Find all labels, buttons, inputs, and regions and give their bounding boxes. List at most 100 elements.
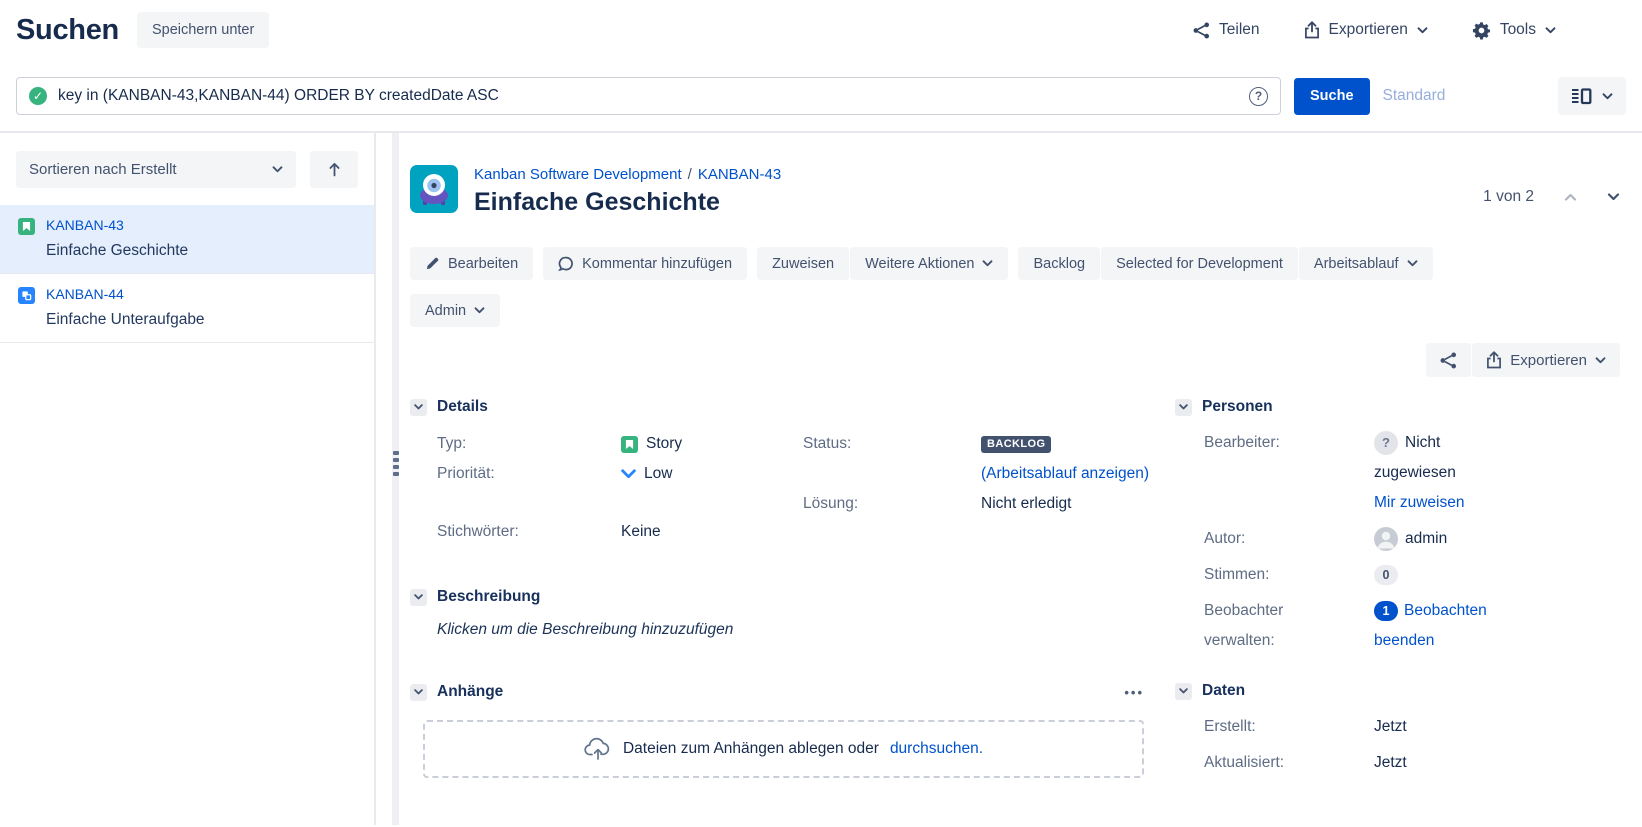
attachments-more-button[interactable]: ••• bbox=[1124, 685, 1144, 700]
updated-label: Aktualisiert: bbox=[1204, 748, 1374, 778]
unassigned-avatar-icon: ? bbox=[1374, 431, 1398, 455]
description-collapse-button[interactable] bbox=[410, 589, 427, 606]
chevron-down-icon bbox=[1417, 27, 1428, 34]
next-issue-icon[interactable] bbox=[1607, 193, 1620, 201]
pencil-icon bbox=[425, 256, 440, 271]
export-icon bbox=[1486, 351, 1502, 369]
people-collapse-button[interactable] bbox=[1175, 399, 1192, 416]
jql-input[interactable]: ✓ key in (KANBAN-43,KANBAN-44) ORDER BY … bbox=[16, 77, 1281, 115]
type-value: Story bbox=[621, 429, 682, 459]
cloud-upload-icon bbox=[584, 737, 612, 761]
issue-export-button[interactable]: Exportieren bbox=[1472, 343, 1620, 377]
query-valid-icon: ✓ bbox=[29, 87, 47, 105]
resizer-bar[interactable] bbox=[392, 133, 399, 825]
reporter-value: admin bbox=[1374, 524, 1519, 554]
breadcrumb-project-link[interactable]: Kanban Software Development bbox=[474, 166, 682, 183]
admin-menu-button[interactable]: Admin bbox=[410, 294, 500, 327]
assign-to-me-link[interactable]: Mir zuweisen bbox=[1374, 488, 1519, 518]
share-button[interactable]: Teilen bbox=[1193, 21, 1260, 39]
issue-list: KANBAN-43 Einfache Geschichte KANBAN-44 … bbox=[0, 205, 374, 343]
issue-export-label: Exportieren bbox=[1510, 352, 1587, 369]
export-label: Exportieren bbox=[1329, 21, 1408, 39]
description-placeholder[interactable]: Klicken um die Beschreibung hinzuzufügen bbox=[410, 621, 1160, 639]
dates-collapse-button[interactable] bbox=[1175, 683, 1192, 700]
results-sidebar: Sortieren nach Erstellt KANBAN-43 Einfac… bbox=[0, 133, 376, 825]
save-as-button[interactable]: Speichern unter bbox=[137, 12, 269, 48]
page-title: Suchen bbox=[16, 14, 119, 47]
details-collapse-button[interactable] bbox=[410, 399, 427, 416]
share-label: Teilen bbox=[1219, 21, 1260, 39]
votes-value: 0 bbox=[1374, 560, 1519, 590]
breadcrumb-issue-link[interactable]: KANBAN-43 bbox=[698, 166, 781, 183]
issue-header-text: Kanban Software Development/KANBAN-43 Ei… bbox=[474, 165, 781, 217]
more-actions-button[interactable]: Weitere Aktionen bbox=[850, 247, 1008, 280]
add-comment-button[interactable]: Kommentar hinzufügen bbox=[543, 247, 747, 280]
resolution-value: Nicht erledigt bbox=[981, 489, 1071, 519]
details-heading: Details bbox=[437, 398, 488, 416]
people-section: Personen Bearbeiter: ?Nicht zugewiesen M… bbox=[1175, 398, 1620, 656]
type-label: Typ: bbox=[437, 429, 621, 459]
issue-list-item-kanban-43[interactable]: KANBAN-43 Einfache Geschichte bbox=[0, 205, 374, 274]
backlog-transition-button[interactable]: Backlog bbox=[1018, 247, 1100, 280]
add-comment-label: Kommentar hinzufügen bbox=[582, 256, 732, 272]
description-section: Beschreibung Klicken um die Beschreibung… bbox=[410, 588, 1160, 639]
story-icon bbox=[18, 218, 35, 235]
issue-toolbar-row2: Admin bbox=[410, 294, 1620, 327]
labels-value: Keine bbox=[621, 517, 661, 547]
votes-label: Stimmen: bbox=[1204, 560, 1374, 590]
issue-title: Einfache Geschichte bbox=[474, 188, 781, 217]
chevron-down-icon bbox=[414, 404, 423, 410]
tools-menu-button[interactable]: Tools bbox=[1472, 21, 1556, 40]
layout-switcher-button[interactable] bbox=[1558, 77, 1626, 115]
backlog-label: Backlog bbox=[1033, 256, 1085, 272]
previous-issue-icon[interactable] bbox=[1564, 193, 1577, 201]
search-button[interactable]: Suche bbox=[1294, 78, 1370, 115]
updated-value: Jetzt bbox=[1374, 748, 1519, 778]
watchers-value: 1Beobachten beenden bbox=[1374, 596, 1519, 656]
syntax-help-icon[interactable]: ? bbox=[1249, 87, 1268, 106]
selected-for-development-button[interactable]: Selected for Development bbox=[1101, 247, 1298, 280]
browse-files-link[interactable]: durchsuchen. bbox=[890, 740, 983, 758]
assignee-value: ?Nicht zugewiesen Mir zuweisen bbox=[1374, 428, 1519, 518]
attachments-collapse-button[interactable] bbox=[410, 684, 427, 701]
status-value: BACKLOG bbox=[981, 429, 1051, 459]
sort-by-select[interactable]: Sortieren nach Erstellt bbox=[16, 151, 296, 188]
chevron-down-icon bbox=[414, 594, 423, 600]
issue-key-link[interactable]: KANBAN-43 bbox=[46, 216, 188, 235]
workspace: Sortieren nach Erstellt KANBAN-43 Einfac… bbox=[0, 133, 1642, 825]
basic-mode-link[interactable]: Standard bbox=[1383, 87, 1446, 105]
votes-badge[interactable]: 0 bbox=[1374, 565, 1398, 585]
edit-button[interactable]: Bearbeiten bbox=[410, 247, 533, 280]
issue-share-button[interactable] bbox=[1426, 343, 1471, 377]
attachments-section: Anhänge ••• Dateien zum Anhängen ablegen… bbox=[410, 683, 1160, 778]
sort-direction-button[interactable] bbox=[310, 151, 358, 188]
sort-controls: Sortieren nach Erstellt bbox=[0, 133, 374, 205]
chevron-down-icon bbox=[1179, 404, 1188, 410]
edit-label: Bearbeiten bbox=[448, 256, 518, 272]
comment-bubble-icon bbox=[558, 256, 574, 272]
export-menu-button[interactable]: Exportieren bbox=[1304, 21, 1428, 39]
workflow-button[interactable]: Arbeitsablauf bbox=[1299, 247, 1433, 280]
created-value: Jetzt bbox=[1374, 712, 1519, 742]
attachment-dropzone[interactable]: Dateien zum Anhängen ablegen oder durchs… bbox=[423, 720, 1144, 778]
issue-item-text: KANBAN-44 Einfache Unteraufgabe bbox=[46, 285, 205, 329]
page-header: Suchen Speichern unter Teilen Exportiere… bbox=[0, 0, 1642, 60]
assign-button[interactable]: Zuweisen bbox=[757, 247, 849, 280]
header-actions: Teilen Exportieren Tools bbox=[1193, 21, 1556, 40]
dates-heading: Daten bbox=[1202, 682, 1245, 700]
issue-item-text: KANBAN-43 Einfache Geschichte bbox=[46, 216, 188, 260]
reporter-label: Autor: bbox=[1204, 524, 1374, 554]
panel-resizer[interactable] bbox=[376, 133, 406, 825]
issue-detail-panel: Kanban Software Development/KANBAN-43 Ei… bbox=[406, 133, 1642, 825]
resolution-label: Lösung: bbox=[803, 489, 981, 519]
view-workflow-link[interactable]: (Arbeitsablauf anzeigen) bbox=[981, 459, 1149, 489]
jql-query-text[interactable]: key in (KANBAN-43,KANBAN-44) ORDER BY cr… bbox=[58, 87, 1238, 105]
assign-label: Zuweisen bbox=[772, 256, 834, 272]
issue-key-link[interactable]: KANBAN-44 bbox=[46, 285, 205, 304]
resizer-grip-icon[interactable] bbox=[393, 451, 399, 476]
subtask-icon bbox=[18, 287, 35, 304]
dates-section: Daten Erstellt: Jetzt Aktualisiert: Jetz… bbox=[1175, 682, 1620, 778]
watchers-badge[interactable]: 1 bbox=[1374, 601, 1398, 621]
issue-list-item-kanban-44[interactable]: KANBAN-44 Einfache Unteraufgabe bbox=[0, 274, 374, 343]
selected-for-development-label: Selected for Development bbox=[1116, 256, 1283, 272]
